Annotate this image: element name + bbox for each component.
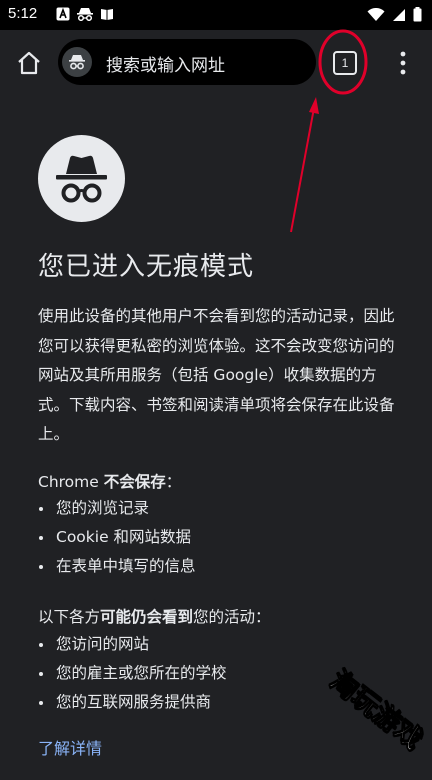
not-saved-list: 您的浏览记录 Cookie 和网站数据 在表单中填写的信息 — [38, 494, 196, 582]
list-item-text: Cookie 和网站数据 — [56, 528, 192, 547]
home-button[interactable] — [14, 48, 44, 78]
bullet-dot — [39, 701, 43, 706]
may-see-list: 您访问的网站 您的雇主或您所在的学校 您的互联网服务提供商 — [38, 630, 227, 718]
status-bar: 5:12 — [0, 0, 432, 30]
incognito-icon — [77, 8, 93, 21]
a-box-icon — [56, 7, 70, 21]
may-see-heading-bold: 可能仍会看到 — [100, 608, 194, 626]
list-item-text: 您访问的网站 — [56, 635, 150, 653]
may-see-heading: 以下各方可能仍会看到您的活动： — [38, 605, 271, 627]
incognito-icon — [56, 155, 107, 203]
intro-paragraph: 使用此设备的其他用户不会看到您的活动记录，因此您可以获得更私密的浏览体验。这不会… — [38, 307, 395, 444]
list-item-text: 您的互联网服务提供商 — [56, 693, 212, 712]
tab-count: 1 — [333, 51, 357, 75]
list-item-text: 在表单中填写的信息 — [56, 557, 196, 576]
list-item: 您的互联网服务提供商 — [38, 688, 227, 717]
list-item: 在表单中填写的信息 — [38, 552, 196, 581]
annotation-arrow-head — [309, 97, 319, 114]
battery-icon — [413, 7, 422, 22]
not-saved-heading-bold: 不会保存 — [103, 473, 166, 491]
watermark: 淘玩游戏 — [323, 665, 429, 757]
tab-switcher-button[interactable]: 1 — [333, 51, 357, 75]
search-input[interactable]: 搜索或输入网址 — [106, 51, 225, 76]
list-item: Cookie 和网站数据 — [38, 523, 196, 552]
omnibox[interactable]: 搜索或输入网址 — [58, 39, 316, 85]
home-icon — [18, 51, 40, 75]
bullet-dot — [39, 672, 43, 677]
not-saved-heading: Chrome 不会保存： — [38, 470, 181, 492]
incognito-icon — [69, 55, 85, 70]
status-time: 5:12 — [8, 5, 38, 22]
browser-toolbar: 搜索或输入网址 1 — [0, 30, 432, 94]
more-vert-icon — [400, 51, 406, 75]
bullet-dot — [39, 507, 43, 511]
may-see-heading-prefix: 以下各方 — [38, 608, 101, 626]
signal-icon — [393, 8, 405, 21]
list-item: 您访问的网站 — [38, 630, 227, 659]
bullet-dot — [39, 536, 43, 541]
list-item: 您的浏览记录 — [38, 494, 196, 523]
bullet-dot — [39, 643, 43, 647]
menu-button[interactable] — [396, 50, 410, 76]
status-icons-right — [367, 7, 422, 22]
list-item: 您的雇主或您所在的学校 — [38, 659, 227, 688]
not-saved-heading-suffix: ： — [165, 473, 182, 491]
annotation-arrow-shaft — [290, 107, 315, 233]
learn-more-link[interactable]: 了解详情 — [38, 735, 102, 759]
may-see-heading-suffix: 您的活动： — [193, 608, 271, 626]
incognito-badge — [62, 47, 92, 77]
wifi-icon — [367, 7, 385, 21]
list-item-text: 您的雇主或您所在的学校 — [56, 664, 227, 683]
book-icon — [101, 9, 113, 20]
status-icons-left — [56, 7, 114, 21]
incognito-logo — [38, 135, 125, 222]
not-saved-heading-prefix: Chrome — [38, 473, 104, 491]
list-item-text: 您的浏览记录 — [56, 499, 150, 517]
bullet-dot — [39, 565, 43, 570]
page-title: 您已进入无痕模式 — [38, 252, 255, 282]
